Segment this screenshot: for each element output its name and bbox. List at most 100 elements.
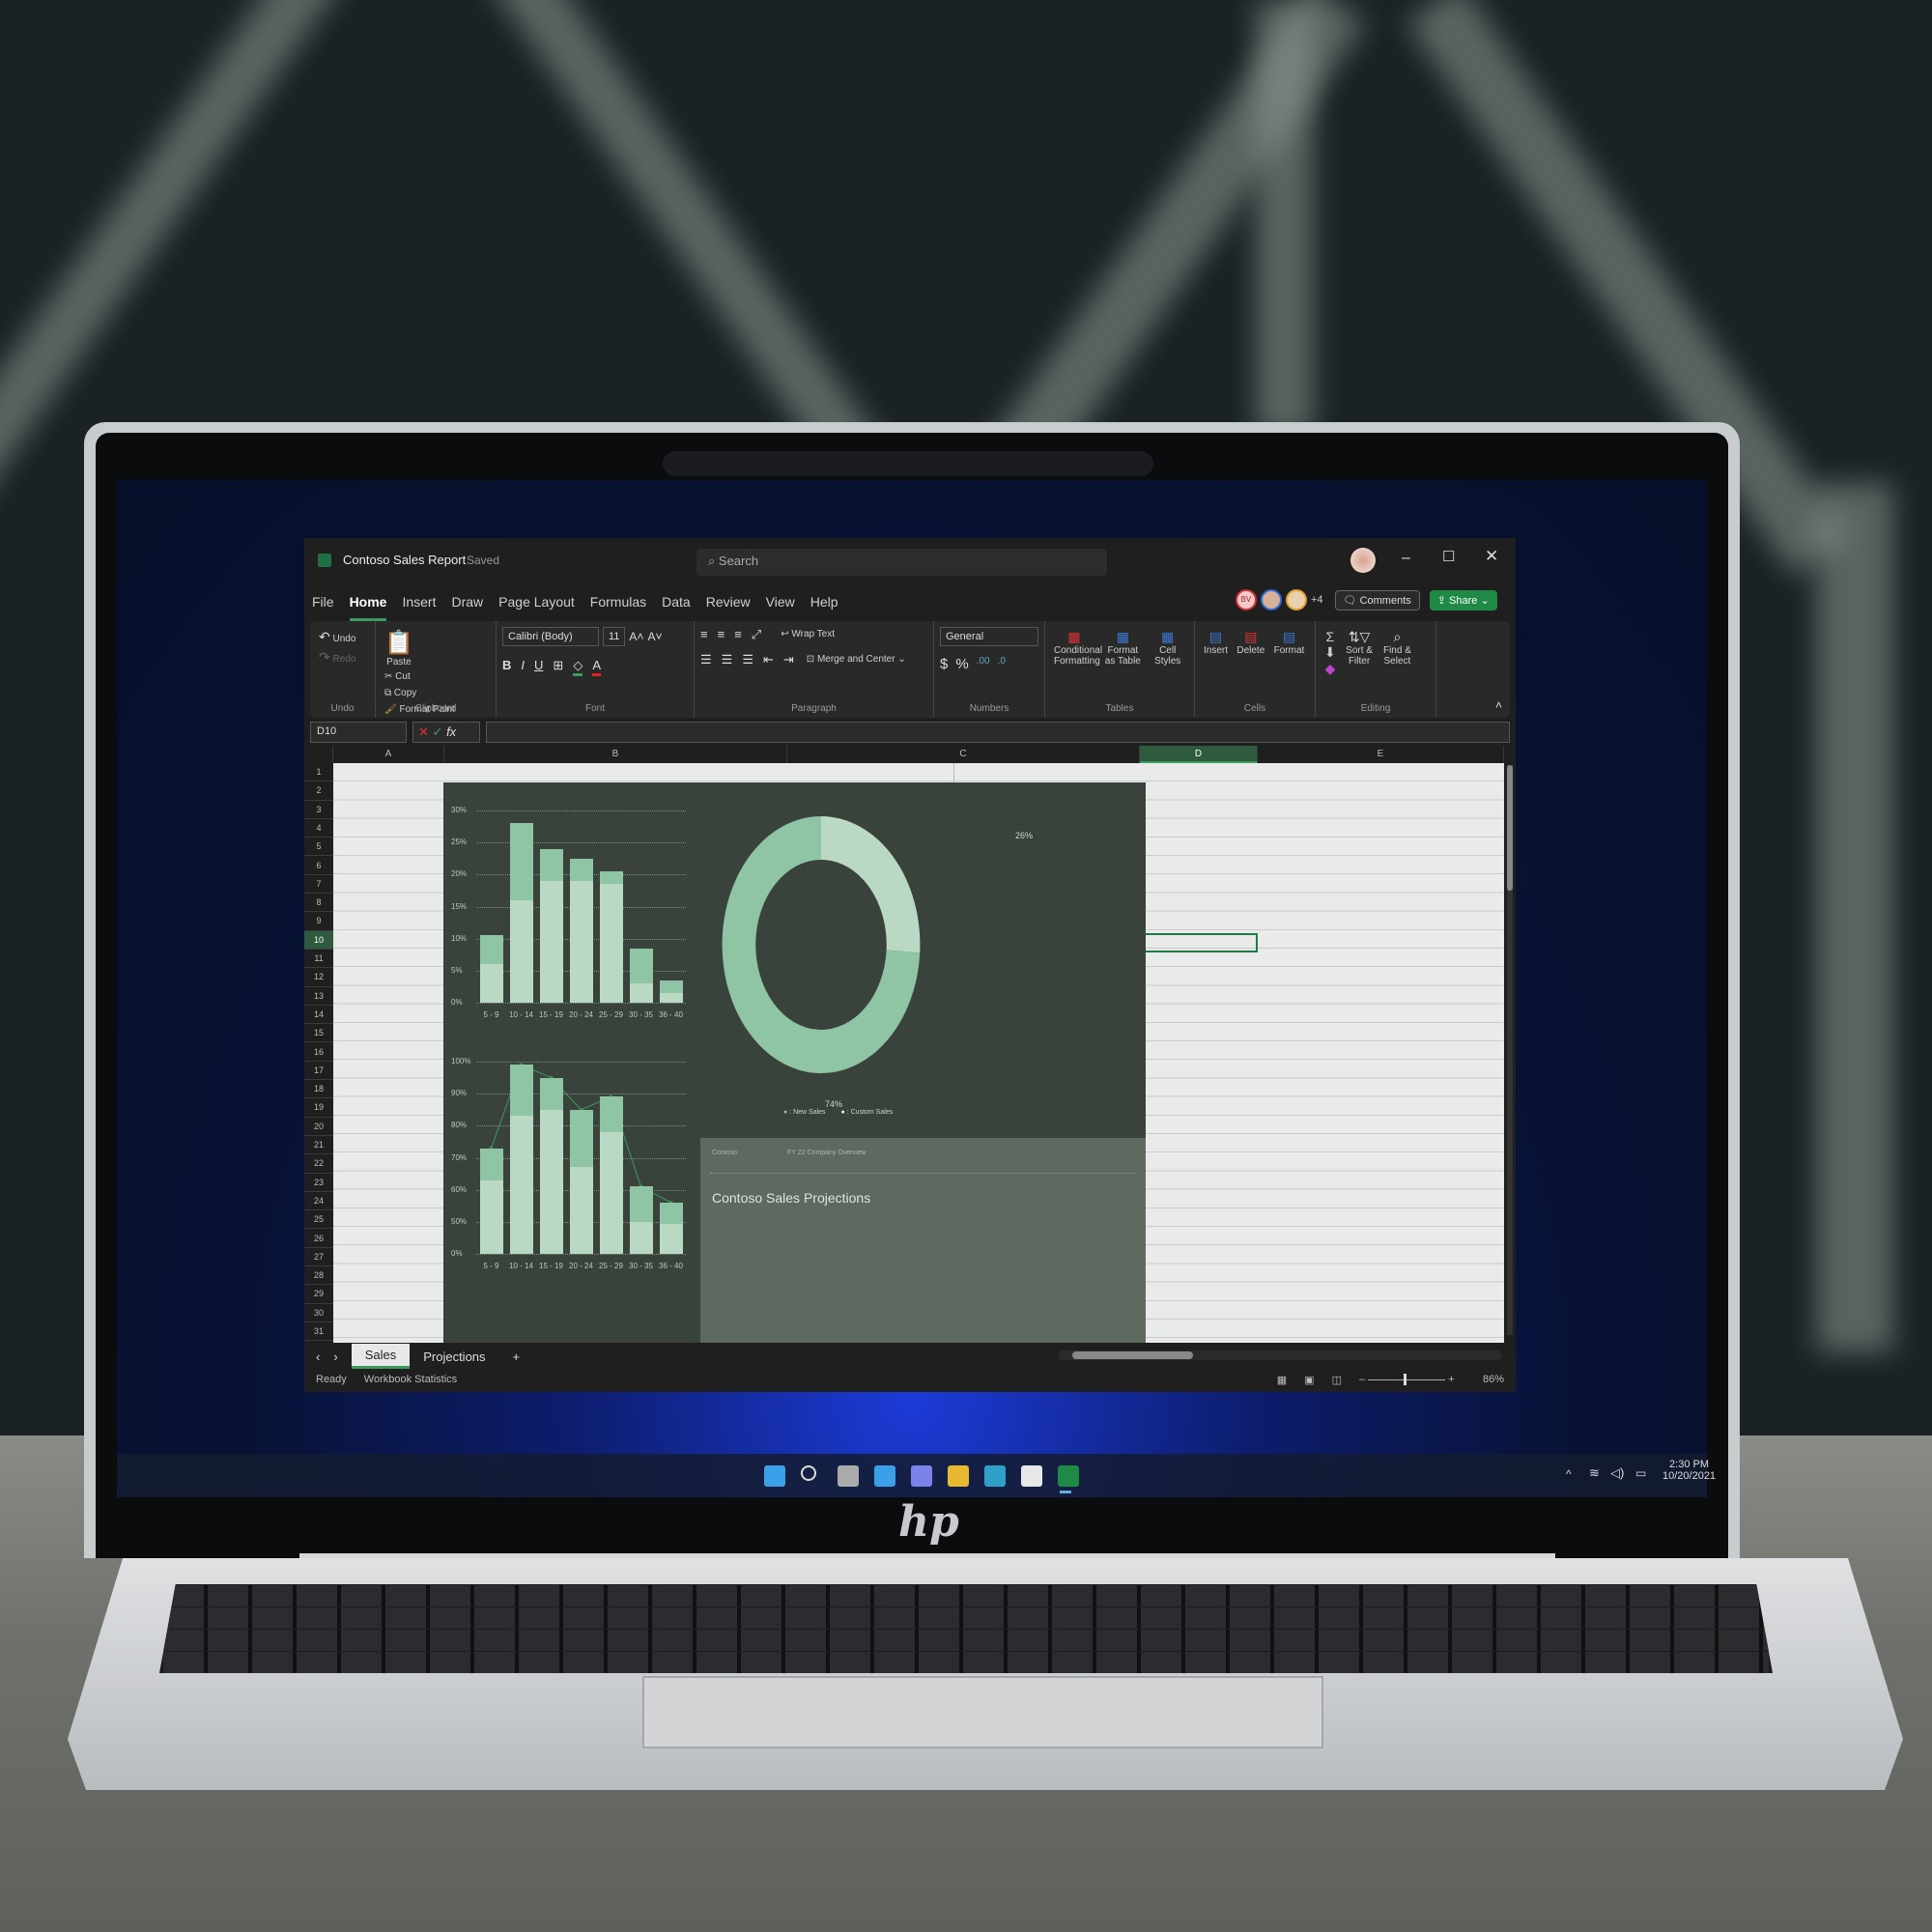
row-header[interactable]: 28 <box>304 1266 333 1286</box>
minimize-button[interactable]: – <box>1402 550 1410 567</box>
sheet-tab-sales[interactable]: Sales <box>351 1344 411 1369</box>
clear-icon[interactable]: ◆ <box>1324 661 1335 676</box>
row-header[interactable]: 16 <box>304 1042 333 1062</box>
tab-view[interactable]: View <box>766 594 795 621</box>
orientation-icon[interactable]: ⤢ <box>752 627 761 642</box>
row-header[interactable]: 10 <box>304 930 333 950</box>
search-icon[interactable] <box>801 1465 816 1481</box>
conditional-formatting-button[interactable]: ▦ Conditional Formatting <box>1054 629 1102 667</box>
tab-review[interactable]: Review <box>706 594 751 621</box>
tab-page-layout[interactable]: Page Layout <box>498 594 575 621</box>
search-box[interactable]: ⌕ Search <box>696 549 1107 576</box>
indent-decrease-icon[interactable]: ⇤ <box>763 652 774 668</box>
scrollbar-thumb[interactable] <box>1507 765 1513 891</box>
tab-help[interactable]: Help <box>810 594 838 621</box>
copy-button[interactable]: ⧉ Copy <box>384 688 455 698</box>
normal-view-icon[interactable]: ▦ <box>1277 1374 1287 1388</box>
battery-icon[interactable]: ▭ <box>1635 1466 1646 1480</box>
collaborator-avatar[interactable] <box>1261 589 1282 611</box>
tab-formulas[interactable]: Formulas <box>590 594 646 621</box>
edge-icon[interactable] <box>984 1465 1006 1487</box>
fx-icon[interactable]: fx <box>446 724 456 739</box>
row-header[interactable]: 1 <box>304 763 333 782</box>
row-header[interactable]: 20 <box>304 1117 333 1136</box>
fill-icon[interactable]: ⬇ <box>1324 644 1336 660</box>
format-as-table-button[interactable]: ▦ Format as Table <box>1103 629 1142 667</box>
store-icon[interactable] <box>1021 1465 1042 1487</box>
column-header-a[interactable]: A <box>333 746 444 763</box>
tab-insert[interactable]: Insert <box>402 594 436 621</box>
excel-icon[interactable] <box>1058 1465 1079 1487</box>
clock[interactable]: 2:30 PM 10/20/2021 <box>1662 1459 1716 1482</box>
align-left-icon[interactable]: ☰ <box>700 652 712 668</box>
zoom-slider[interactable]: – + <box>1359 1374 1465 1388</box>
row-header[interactable]: 6 <box>304 856 333 875</box>
increase-font-icon[interactable]: A˄ <box>629 630 643 643</box>
row-header[interactable]: 12 <box>304 968 333 987</box>
align-right-icon[interactable]: ☰ <box>742 652 753 668</box>
comments-button[interactable]: 🗨 Comments <box>1334 589 1420 611</box>
more-collaborators[interactable]: +4 <box>1311 594 1323 606</box>
borders-icon[interactable]: ⊞ <box>553 658 563 676</box>
prev-sheet-icon[interactable]: ‹ <box>316 1350 320 1364</box>
redo-button[interactable]: ↷ Redo <box>319 649 355 666</box>
wifi-icon[interactable]: ≋ <box>1589 1465 1600 1481</box>
row-header[interactable]: 15 <box>304 1024 333 1043</box>
row-header[interactable]: 11 <box>304 950 333 969</box>
wrap-text-button[interactable]: ↩ Wrap Text <box>781 629 835 640</box>
selected-cell-d10[interactable] <box>1140 933 1258 952</box>
file-explorer-icon[interactable] <box>948 1465 969 1487</box>
collaborator-avatar[interactable]: BV <box>1236 589 1257 611</box>
number-format-select[interactable]: General <box>940 627 1038 646</box>
font-color-icon[interactable]: A <box>592 658 601 676</box>
sheet-tab-projections[interactable]: Projections <box>423 1346 498 1368</box>
align-center-icon[interactable]: ☰ <box>722 652 733 668</box>
merge-center-button[interactable]: ⊡ Merge and Center ⌄ <box>807 654 906 666</box>
row-header[interactable]: 23 <box>304 1173 333 1192</box>
bold-button[interactable]: B <box>502 658 511 676</box>
font-name-select[interactable]: Calibri (Body) <box>502 627 599 646</box>
align-middle-icon[interactable]: ≡ <box>718 627 725 642</box>
row-header[interactable]: 9 <box>304 912 333 931</box>
percent-button[interactable]: % <box>955 656 968 672</box>
find-select-button[interactable]: ⌕ Find & Select <box>1382 629 1411 667</box>
close-button[interactable]: ✕ <box>1485 547 1498 566</box>
maximize-button[interactable]: ☐ <box>1442 548 1455 565</box>
formula-input[interactable] <box>486 722 1510 743</box>
row-header[interactable]: 17 <box>304 1061 333 1081</box>
tab-file[interactable]: File <box>312 594 334 621</box>
row-header[interactable]: 2 <box>304 781 333 801</box>
next-sheet-icon[interactable]: › <box>333 1350 337 1364</box>
row-header[interactable]: 5 <box>304 838 333 857</box>
workbook-statistics[interactable]: Workbook Statistics <box>364 1374 457 1388</box>
row-header[interactable]: 13 <box>304 986 333 1006</box>
row-header[interactable]: 26 <box>304 1229 333 1248</box>
row-header[interactable]: 21 <box>304 1136 333 1155</box>
column-header-c[interactable]: C <box>787 746 1140 763</box>
row-header[interactable]: 27 <box>304 1247 333 1267</box>
column-header-e[interactable]: E <box>1258 746 1504 763</box>
row-header[interactable]: 30 <box>304 1303 333 1322</box>
row-header[interactable]: 4 <box>304 818 333 838</box>
indent-increase-icon[interactable]: ⇥ <box>783 652 794 668</box>
paste-button[interactable]: 📋 Paste <box>384 629 413 668</box>
horizontal-scrollbar[interactable] <box>1058 1350 1502 1360</box>
cut-button[interactable]: ✂ Cut <box>384 671 455 682</box>
underline-button[interactable]: U <box>534 658 543 676</box>
format-cells-button[interactable]: ▤ Format <box>1274 629 1305 656</box>
row-header[interactable]: 14 <box>304 1005 333 1025</box>
page-layout-view-icon[interactable]: ▣ <box>1304 1374 1314 1388</box>
row-header[interactable]: 7 <box>304 874 333 895</box>
page-break-view-icon[interactable]: ◫ <box>1332 1374 1342 1388</box>
add-sheet-icon[interactable]: + <box>513 1350 521 1364</box>
sort-filter-button[interactable]: ⇅▽ Sort & Filter <box>1345 629 1374 667</box>
row-header[interactable]: 31 <box>304 1322 333 1342</box>
delete-cells-button[interactable]: ▤ Delete <box>1236 629 1264 656</box>
tab-data[interactable]: Data <box>662 594 691 621</box>
windows-start-icon[interactable] <box>764 1465 785 1487</box>
row-header[interactable]: 24 <box>304 1191 333 1211</box>
row-header[interactable]: 3 <box>304 800 333 819</box>
font-size-select[interactable]: 11 <box>603 627 626 646</box>
collapse-ribbon-icon[interactable]: ˄ <box>1495 698 1502 712</box>
italic-button[interactable]: I <box>521 658 525 676</box>
